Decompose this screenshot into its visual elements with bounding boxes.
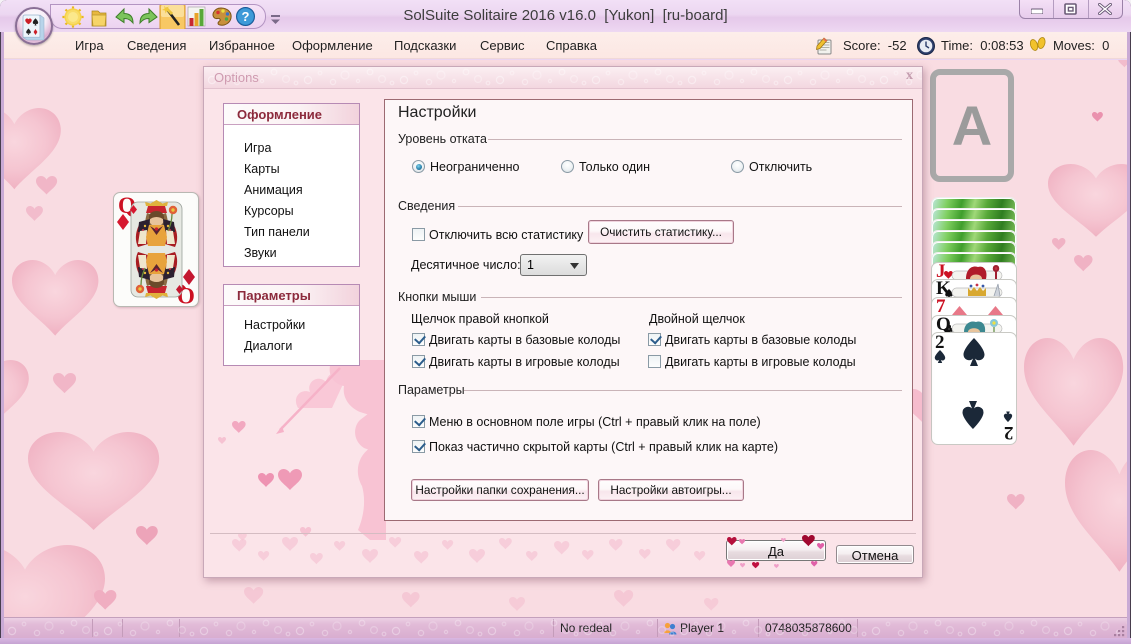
svg-text:?: ? <box>242 9 250 24</box>
svg-text:2: 2 <box>1004 422 1014 443</box>
